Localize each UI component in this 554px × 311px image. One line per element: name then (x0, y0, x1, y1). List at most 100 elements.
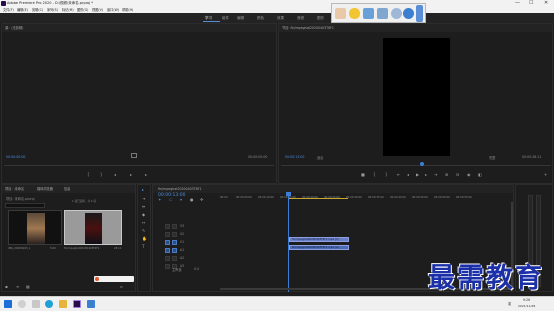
task-view-icon[interactable] (32, 300, 40, 308)
selection-tool-icon[interactable]: ▸ (142, 187, 144, 193)
program-playhead[interactable] (420, 162, 424, 166)
project-icon-view-icon[interactable]: ▦ (26, 284, 30, 290)
hand-icon[interactable] (335, 8, 346, 19)
razor-tool-icon[interactable]: ◆ (142, 212, 145, 218)
a3-lock-toggle[interactable] (165, 264, 170, 269)
program-add-button[interactable]: + (544, 172, 547, 178)
v2-lock-toggle[interactable] (165, 232, 170, 237)
program-compare-icon[interactable]: ◧ (478, 172, 482, 178)
a2-lock-toggle[interactable] (165, 256, 170, 261)
folder-icon[interactable] (363, 8, 374, 19)
ripple-edit-tool-icon[interactable]: ⇹ (142, 204, 145, 210)
project-item-clip-2[interactable] (64, 210, 122, 245)
minimize-button[interactable]: — (515, 0, 520, 7)
v1-target-toggle[interactable] (172, 240, 177, 245)
pen-tool-icon[interactable]: ✎ (142, 228, 145, 234)
taskbar-date[interactable]: 2021/11/28 (518, 304, 535, 308)
v3-lock-toggle[interactable] (165, 224, 170, 229)
taskbar-time[interactable]: 9:26 (523, 298, 530, 302)
program-mark-in-icon[interactable]: { (373, 172, 376, 178)
pin-icon[interactable] (416, 5, 423, 22)
a1-target-toggle[interactable] (172, 248, 177, 253)
project-new-item-icon[interactable]: ▫ (120, 284, 123, 290)
ruler-label-0: 00:00 (220, 196, 228, 199)
program-go-in-icon[interactable]: ⇤ (397, 172, 400, 178)
program-scrubber[interactable] (281, 165, 551, 166)
taskbar-lang[interactable]: 英 (508, 301, 511, 306)
project-list-view-icon[interactable]: ≡ (16, 284, 19, 290)
maximize-button[interactable]: ☐ (529, 0, 533, 7)
zoom-icon[interactable] (391, 8, 402, 19)
ime-logo-icon[interactable] (95, 277, 99, 281)
program-quality-select[interactable]: 完整 (489, 155, 495, 160)
program-step-back-icon[interactable]: ◂ (407, 172, 409, 178)
type-tool-icon[interactable]: T (142, 244, 144, 250)
tab-graphics[interactable]: 图形 (317, 13, 324, 23)
tab-editing[interactable]: 编辑 (237, 13, 244, 23)
source-scrubber[interactable] (4, 165, 274, 166)
tab-assembly[interactable]: 组件 (222, 13, 229, 23)
source-timecode-left: 00:00:00:00 (6, 155, 26, 159)
windows-start-icon[interactable] (4, 300, 12, 308)
premiere-taskbar-icon[interactable] (73, 300, 81, 308)
master-track-value[interactable]: 0.0 (194, 267, 199, 271)
tab-media-browser[interactable]: 媒体浏览器 (37, 185, 53, 193)
program-play-icon[interactable]: ▶ (416, 172, 419, 178)
track-select-tool-icon[interactable]: ⇥ (142, 196, 145, 202)
source-step-back-icon[interactable]: ◂ (114, 172, 116, 178)
help-icon[interactable] (403, 8, 414, 19)
slip-tool-icon[interactable]: ↔ (142, 220, 145, 226)
screen-capture-icon[interactable] (377, 8, 388, 19)
work-area-bar[interactable] (288, 198, 348, 199)
source-mark-in-icon[interactable]: { (87, 172, 90, 178)
audio-clip[interactable]: fin/mpeghat20200403T6F1.mp4 [A] (289, 245, 349, 250)
source-play-icon[interactable]: ▸ (130, 172, 132, 178)
v2-target-toggle[interactable] (172, 232, 177, 237)
source-settings-icon[interactable] (131, 153, 137, 158)
taskbar-app-icon[interactable] (87, 300, 95, 308)
add-marker-icon[interactable]: ▾ (180, 197, 182, 203)
program-step-forward-icon[interactable]: ▸ (425, 172, 427, 178)
timeline-marker-icon[interactable]: ● (190, 197, 194, 203)
windows-taskbar: 英 9:26 2021/11/28 (0, 296, 554, 311)
source-step-forward-icon[interactable]: ▸ (145, 172, 147, 178)
timeline-playhead-handle[interactable] (286, 192, 291, 196)
master-track-label: 主声道 (172, 268, 182, 272)
program-fit-select[interactable]: 适合 (317, 155, 323, 160)
tab-program[interactable]: 节目: fin/mpeghat20200403T6F1 (282, 24, 334, 32)
program-export-frame-icon[interactable]: ◉ (467, 172, 471, 178)
program-lift-icon[interactable]: ⊞ (445, 172, 448, 178)
tab-project[interactable]: 项目：未命名 (5, 185, 24, 193)
taskbar-search-icon[interactable] (18, 300, 26, 308)
close-button[interactable]: ✕ (544, 0, 548, 7)
source-mark-out-icon[interactable]: } (100, 172, 103, 178)
speech-bubble-icon[interactable] (349, 8, 360, 19)
tab-source[interactable]: 源：(无剪辑) (5, 24, 23, 32)
program-extract-icon[interactable]: ⊟ (456, 172, 459, 178)
project-bin-path: 项目: 未命名.prproj (6, 197, 35, 201)
timeline-settings-icon[interactable]: ✜ (200, 197, 203, 203)
linked-selection-icon[interactable]: ⊂ (169, 197, 172, 203)
hand-tool-icon[interactable]: ✋ (142, 236, 147, 242)
tab-sequence[interactable]: fin/mpeghat20200403T6F1 (158, 185, 202, 193)
project-lock-icon[interactable]: ▪ (5, 284, 8, 290)
timeline-playhead[interactable] (288, 192, 289, 292)
program-mark-out-icon[interactable]: } (385, 172, 388, 178)
tab-effects[interactable]: 效果 (277, 13, 284, 23)
tab-info[interactable]: 信息 (64, 185, 70, 193)
a2-target-toggle[interactable] (172, 256, 177, 261)
video-clip[interactable]: fin/mpeghat20200403T6F1.mp4 [V] (289, 237, 349, 242)
project-item-clip-1[interactable] (8, 210, 62, 245)
ruler-label-2: 00:00:10:00 (258, 196, 274, 199)
project-search-input[interactable] (5, 203, 45, 208)
snap-icon[interactable]: ✦ (158, 197, 161, 203)
tab-color[interactable]: 颜色 (257, 13, 264, 23)
v3-target-toggle[interactable] (172, 224, 177, 229)
program-marker-icon[interactable]: ■ (361, 172, 365, 178)
tab-audio[interactable]: 音频 (297, 13, 304, 23)
program-go-out-icon[interactable]: ⇥ (434, 172, 437, 178)
file-explorer-icon[interactable] (59, 300, 67, 308)
a1-source-toggle[interactable] (165, 248, 170, 253)
edge-browser-icon[interactable] (45, 300, 53, 308)
v1-source-toggle[interactable] (165, 240, 170, 245)
